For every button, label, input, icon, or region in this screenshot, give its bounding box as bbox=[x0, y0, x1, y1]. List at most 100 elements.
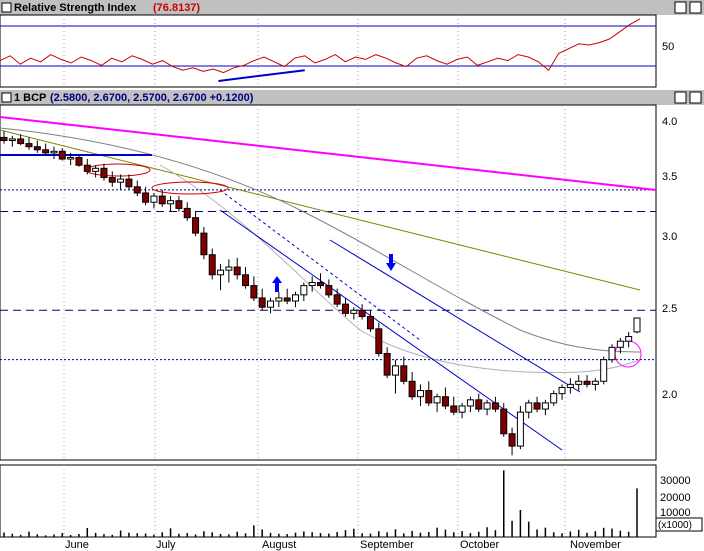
candle-body bbox=[100, 167, 108, 179]
candle-body bbox=[333, 294, 341, 305]
candle-body bbox=[325, 285, 333, 296]
candle-body bbox=[491, 402, 499, 410]
candle-body bbox=[67, 156, 75, 160]
volume-tick-label: 20000 bbox=[660, 492, 691, 504]
rsi-tick-label-50: 50 bbox=[662, 41, 674, 53]
candle-body bbox=[242, 274, 250, 287]
candle-body bbox=[25, 143, 33, 148]
candle-body bbox=[300, 285, 308, 296]
candle-body bbox=[225, 266, 233, 271]
candle-body bbox=[0, 136, 8, 141]
month-label: June bbox=[65, 539, 89, 551]
candle-body bbox=[400, 365, 408, 382]
candle-body bbox=[275, 297, 283, 302]
month-label: October bbox=[460, 539, 499, 551]
candle-body bbox=[283, 297, 291, 302]
candle-body bbox=[458, 405, 466, 413]
candle-body bbox=[167, 200, 175, 205]
candle-body bbox=[175, 200, 183, 209]
candle-body bbox=[591, 380, 599, 385]
candle-body bbox=[341, 303, 349, 314]
candle-body bbox=[308, 282, 316, 287]
candle-body bbox=[541, 402, 549, 410]
candle-body bbox=[142, 192, 150, 203]
candle-body bbox=[250, 285, 258, 299]
candle-body bbox=[183, 207, 191, 219]
candle-body bbox=[208, 254, 216, 276]
candle-body bbox=[233, 266, 241, 276]
candle-body bbox=[391, 365, 399, 376]
candle-body bbox=[258, 297, 266, 308]
price-plot-area bbox=[0, 104, 657, 461]
price-minimize-button[interactable] bbox=[674, 91, 687, 104]
candle-body bbox=[50, 150, 58, 154]
candle-body bbox=[608, 346, 616, 361]
price-icon bbox=[1, 92, 12, 103]
month-label: July bbox=[156, 539, 176, 551]
price-maximize-button[interactable] bbox=[689, 91, 702, 104]
candle-body bbox=[575, 380, 583, 385]
price-ohlc-label: (2.5800, 2.6700, 2.5700, 2.6700 +0.1200) bbox=[50, 92, 254, 104]
rsi-minimize-button[interactable] bbox=[674, 1, 687, 14]
price-tick-label: 2.5 bbox=[662, 303, 677, 315]
candle-body bbox=[475, 399, 483, 410]
candle-body bbox=[533, 402, 541, 410]
candle-body bbox=[8, 138, 16, 142]
candle-body bbox=[158, 195, 166, 205]
candle-body bbox=[108, 177, 116, 183]
candle-body bbox=[416, 390, 424, 398]
candle-body bbox=[633, 317, 641, 333]
candle-body bbox=[450, 405, 458, 413]
candle-body bbox=[217, 269, 225, 276]
candle-body bbox=[133, 186, 141, 194]
volume-plot-area bbox=[0, 464, 657, 538]
volume-tick-label: 10000 bbox=[660, 507, 691, 519]
rsi-maximize-button[interactable] bbox=[689, 1, 702, 14]
candle-body bbox=[600, 359, 608, 382]
month-label: August bbox=[262, 539, 296, 551]
candle-body bbox=[616, 340, 624, 348]
candle-body bbox=[383, 353, 391, 376]
candle-body bbox=[466, 399, 474, 407]
price-tick-label: 3.0 bbox=[662, 231, 677, 243]
candle-body bbox=[125, 178, 133, 188]
candle-body bbox=[433, 396, 441, 404]
rsi-title: Relative Strength Index bbox=[14, 2, 137, 14]
price-tick-label: 2.0 bbox=[662, 389, 677, 401]
price-tick-label: 4.0 bbox=[662, 116, 677, 128]
candle-body bbox=[42, 149, 50, 154]
month-axis: June July August September October Novem… bbox=[65, 539, 621, 551]
candle-body bbox=[441, 396, 449, 407]
candle-body bbox=[375, 328, 383, 355]
candle-body bbox=[33, 146, 41, 151]
rsi-icon bbox=[1, 2, 12, 13]
rsi-value-label: (76.8137) bbox=[153, 2, 200, 14]
candle-body bbox=[58, 150, 66, 160]
candle-body bbox=[150, 195, 158, 203]
candle-body bbox=[200, 232, 208, 256]
rsi-panel: Relative Strength Index (76.8137) 50 bbox=[0, 0, 704, 88]
candle-body bbox=[317, 282, 324, 287]
candle-body bbox=[17, 138, 25, 145]
candle-body bbox=[550, 393, 558, 404]
candle-body bbox=[92, 167, 100, 172]
candle-body bbox=[408, 380, 416, 398]
candle-body bbox=[292, 294, 300, 302]
candle-body bbox=[366, 315, 374, 330]
candle-body bbox=[83, 164, 91, 172]
candle-body bbox=[558, 386, 566, 395]
price-tick-label: 3.5 bbox=[662, 171, 677, 183]
candle-body bbox=[566, 383, 574, 388]
candle-body bbox=[500, 408, 508, 435]
candle-body bbox=[525, 402, 533, 413]
price-title: 1 BCP bbox=[14, 92, 46, 104]
candle-body bbox=[583, 380, 591, 385]
candle-body bbox=[192, 217, 200, 234]
candle-body bbox=[425, 390, 433, 404]
volume-panel: 30000 20000 10000 (x1000) bbox=[0, 464, 703, 538]
candle-body bbox=[75, 156, 83, 166]
month-label: November bbox=[570, 539, 621, 551]
price-axis: 4.0 3.5 3.0 2.5 2.0 bbox=[662, 116, 677, 401]
price-panel: 1 BCP (2.5800, 2.6700, 2.5700, 2.6700 +0… bbox=[0, 90, 704, 461]
month-label: September bbox=[360, 539, 414, 551]
